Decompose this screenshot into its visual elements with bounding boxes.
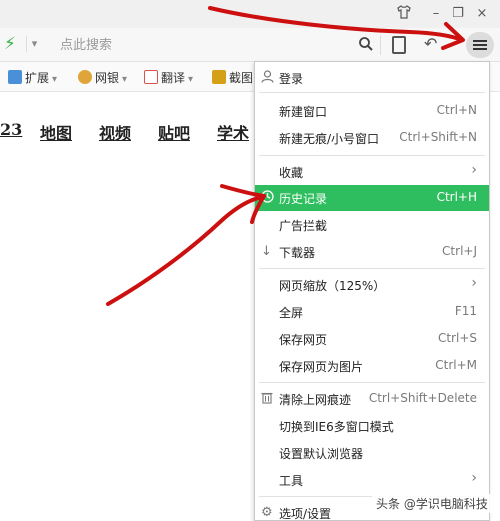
menu-item-label: 选项/设置 <box>279 507 332 521</box>
menu-item-label: 网页缩放（125%） <box>279 279 386 293</box>
nav-link-more[interactable]: 23 <box>0 120 22 139</box>
menu-item-label: 全屏 <box>279 306 304 320</box>
menu-item-label: 下载器 <box>279 246 316 260</box>
menu-item-shortcut: Ctrl+Shift+Delete <box>368 391 477 405</box>
menu-item-save-as-image[interactable]: 保存网页为图片 Ctrl+M <box>255 353 489 379</box>
menu-item-tools[interactable]: 工具 › <box>255 467 489 493</box>
lightning-icon[interactable]: ⚡ <box>4 34 16 54</box>
screenshot-icon <box>212 70 226 84</box>
menu-item-label: 新建无痕/小号窗口 <box>279 132 380 146</box>
download-arrow-icon: ↓ <box>261 244 272 259</box>
extensions-icon <box>8 70 22 84</box>
annotation-arrow-history <box>106 195 264 306</box>
bookmark-screenshot[interactable]: 截图 <box>212 69 253 87</box>
bookmark-extensions[interactable]: 扩展 ▾ <box>8 69 57 87</box>
menu-item-downloads[interactable]: ↓ 下载器 Ctrl+J <box>255 239 489 265</box>
phone-icon[interactable] <box>392 36 406 54</box>
browser-main-menu: 登录 新建窗口 Ctrl+N 新建无痕/小号窗口 Ctrl+Shift+N 收藏… <box>254 61 490 521</box>
chevron-down-icon: ▾ <box>52 74 58 85</box>
menu-item-favorites[interactable]: 收藏 › <box>255 159 489 185</box>
menu-item-history[interactable]: 历史记录 Ctrl+H <box>255 185 489 211</box>
shield-icon <box>78 70 92 84</box>
menu-item-save-page[interactable]: 保存网页 Ctrl+S <box>255 326 489 352</box>
chevron-down-icon: ▾ <box>188 74 194 85</box>
menu-item-label: 清除上网痕迹 <box>279 393 352 407</box>
page-nav-links: 23 地图 视频 贴吧 学术 <box>0 120 260 146</box>
trash-icon <box>261 391 273 408</box>
chevron-down-icon: ▾ <box>122 74 128 85</box>
user-icon-svg <box>261 70 274 83</box>
menu-item-shortcut: Ctrl+J <box>442 244 477 258</box>
bookmark-label: 翻译 <box>161 71 186 85</box>
tshirt-icon[interactable] <box>394 4 414 24</box>
bookmark-netbank[interactable]: 网银 ▾ <box>78 69 127 87</box>
trash-icon-svg <box>261 392 273 404</box>
menu-item-label: 切换到IE6多窗口模式 <box>279 420 394 434</box>
menu-separator <box>259 155 485 156</box>
chevron-down-icon[interactable]: ▾ <box>26 36 42 52</box>
menu-item-clear-traces[interactable]: 清除上网痕迹 Ctrl+Shift+Delete <box>255 386 489 412</box>
menu-item-shortcut: Ctrl+S <box>437 331 477 345</box>
menu-item-label: 保存网页为图片 <box>279 360 364 374</box>
menu-item-ie6-mode[interactable]: 切换到IE6多窗口模式 <box>255 413 489 439</box>
bookmark-label: 网银 <box>95 71 120 85</box>
menu-item-new-window[interactable]: 新建窗口 Ctrl+N <box>255 98 489 124</box>
bookmark-label: 扩展 <box>25 71 50 85</box>
toolbar-divider <box>380 35 381 55</box>
menu-item-zoom[interactable]: 网页缩放（125%） › <box>255 272 489 298</box>
search-input[interactable] <box>50 33 350 57</box>
translate-icon <box>144 70 158 84</box>
nav-link-video[interactable]: 视频 <box>99 120 131 144</box>
menu-item-label: 工具 <box>279 474 304 488</box>
menu-item-label: 保存网页 <box>279 333 328 347</box>
bookmark-translate[interactable]: 翻译 ▾ <box>144 69 193 87</box>
menu-item-label: 历史记录 <box>279 192 328 206</box>
menu-separator <box>259 92 485 93</box>
menu-line <box>473 40 487 42</box>
menu-item-shortcut: F11 <box>454 304 477 318</box>
menu-item-label: 登录 <box>279 72 304 86</box>
menu-item-label: 广告拦截 <box>279 219 328 233</box>
title-bar: – ❐ × <box>0 0 500 28</box>
chevron-right-icon: › <box>471 275 477 291</box>
chevron-right-icon: › <box>471 162 477 178</box>
menu-item-fullscreen[interactable]: 全屏 F11 <box>255 299 489 325</box>
clock-icon <box>261 190 274 207</box>
menu-item-label: 设置默认浏览器 <box>279 447 364 461</box>
nav-link-scholar[interactable]: 学术 <box>217 120 249 144</box>
nav-link-map[interactable]: 地图 <box>40 120 72 144</box>
close-button[interactable]: × <box>472 4 492 24</box>
search-icon[interactable] <box>358 36 374 52</box>
hamburger-menu-icon[interactable] <box>466 32 494 58</box>
bookmark-label: 截图 <box>229 71 254 85</box>
menu-item-shortcut: Ctrl+N <box>436 103 477 117</box>
gear-icon: ⚙ <box>261 505 273 520</box>
menu-item-new-incognito[interactable]: 新建无痕/小号窗口 Ctrl+Shift+N <box>255 125 489 151</box>
clock-icon-svg <box>261 190 274 203</box>
menu-item-label: 收藏 <box>279 166 304 180</box>
tshirt-icon-svg <box>397 5 411 19</box>
menu-item-shortcut: Ctrl+H <box>436 190 477 204</box>
menu-line <box>473 44 487 46</box>
minimize-button[interactable]: – <box>426 4 446 24</box>
menu-item-ad-block[interactable]: 广告拦截 <box>255 212 489 238</box>
watermark-text: 头条 @学识电脑科技 <box>372 494 492 513</box>
menu-item-login[interactable]: 登录 <box>255 65 489 91</box>
menu-item-default-browser[interactable]: 设置默认浏览器 <box>255 440 489 466</box>
address-bar: ⚡ ▾ ↶ <box>0 28 500 62</box>
menu-separator <box>259 382 485 383</box>
user-icon <box>261 70 274 87</box>
maximize-button[interactable]: ❐ <box>448 4 468 24</box>
nav-link-tieba[interactable]: 贴吧 <box>158 120 190 144</box>
menu-item-label: 新建窗口 <box>279 105 328 119</box>
menu-item-shortcut: Ctrl+Shift+N <box>399 130 477 144</box>
menu-item-shortcut: Ctrl+M <box>435 358 477 372</box>
chevron-right-icon: › <box>471 470 477 486</box>
menu-line <box>473 48 487 50</box>
undo-icon[interactable]: ↶ <box>424 34 437 53</box>
menu-separator <box>259 268 485 269</box>
